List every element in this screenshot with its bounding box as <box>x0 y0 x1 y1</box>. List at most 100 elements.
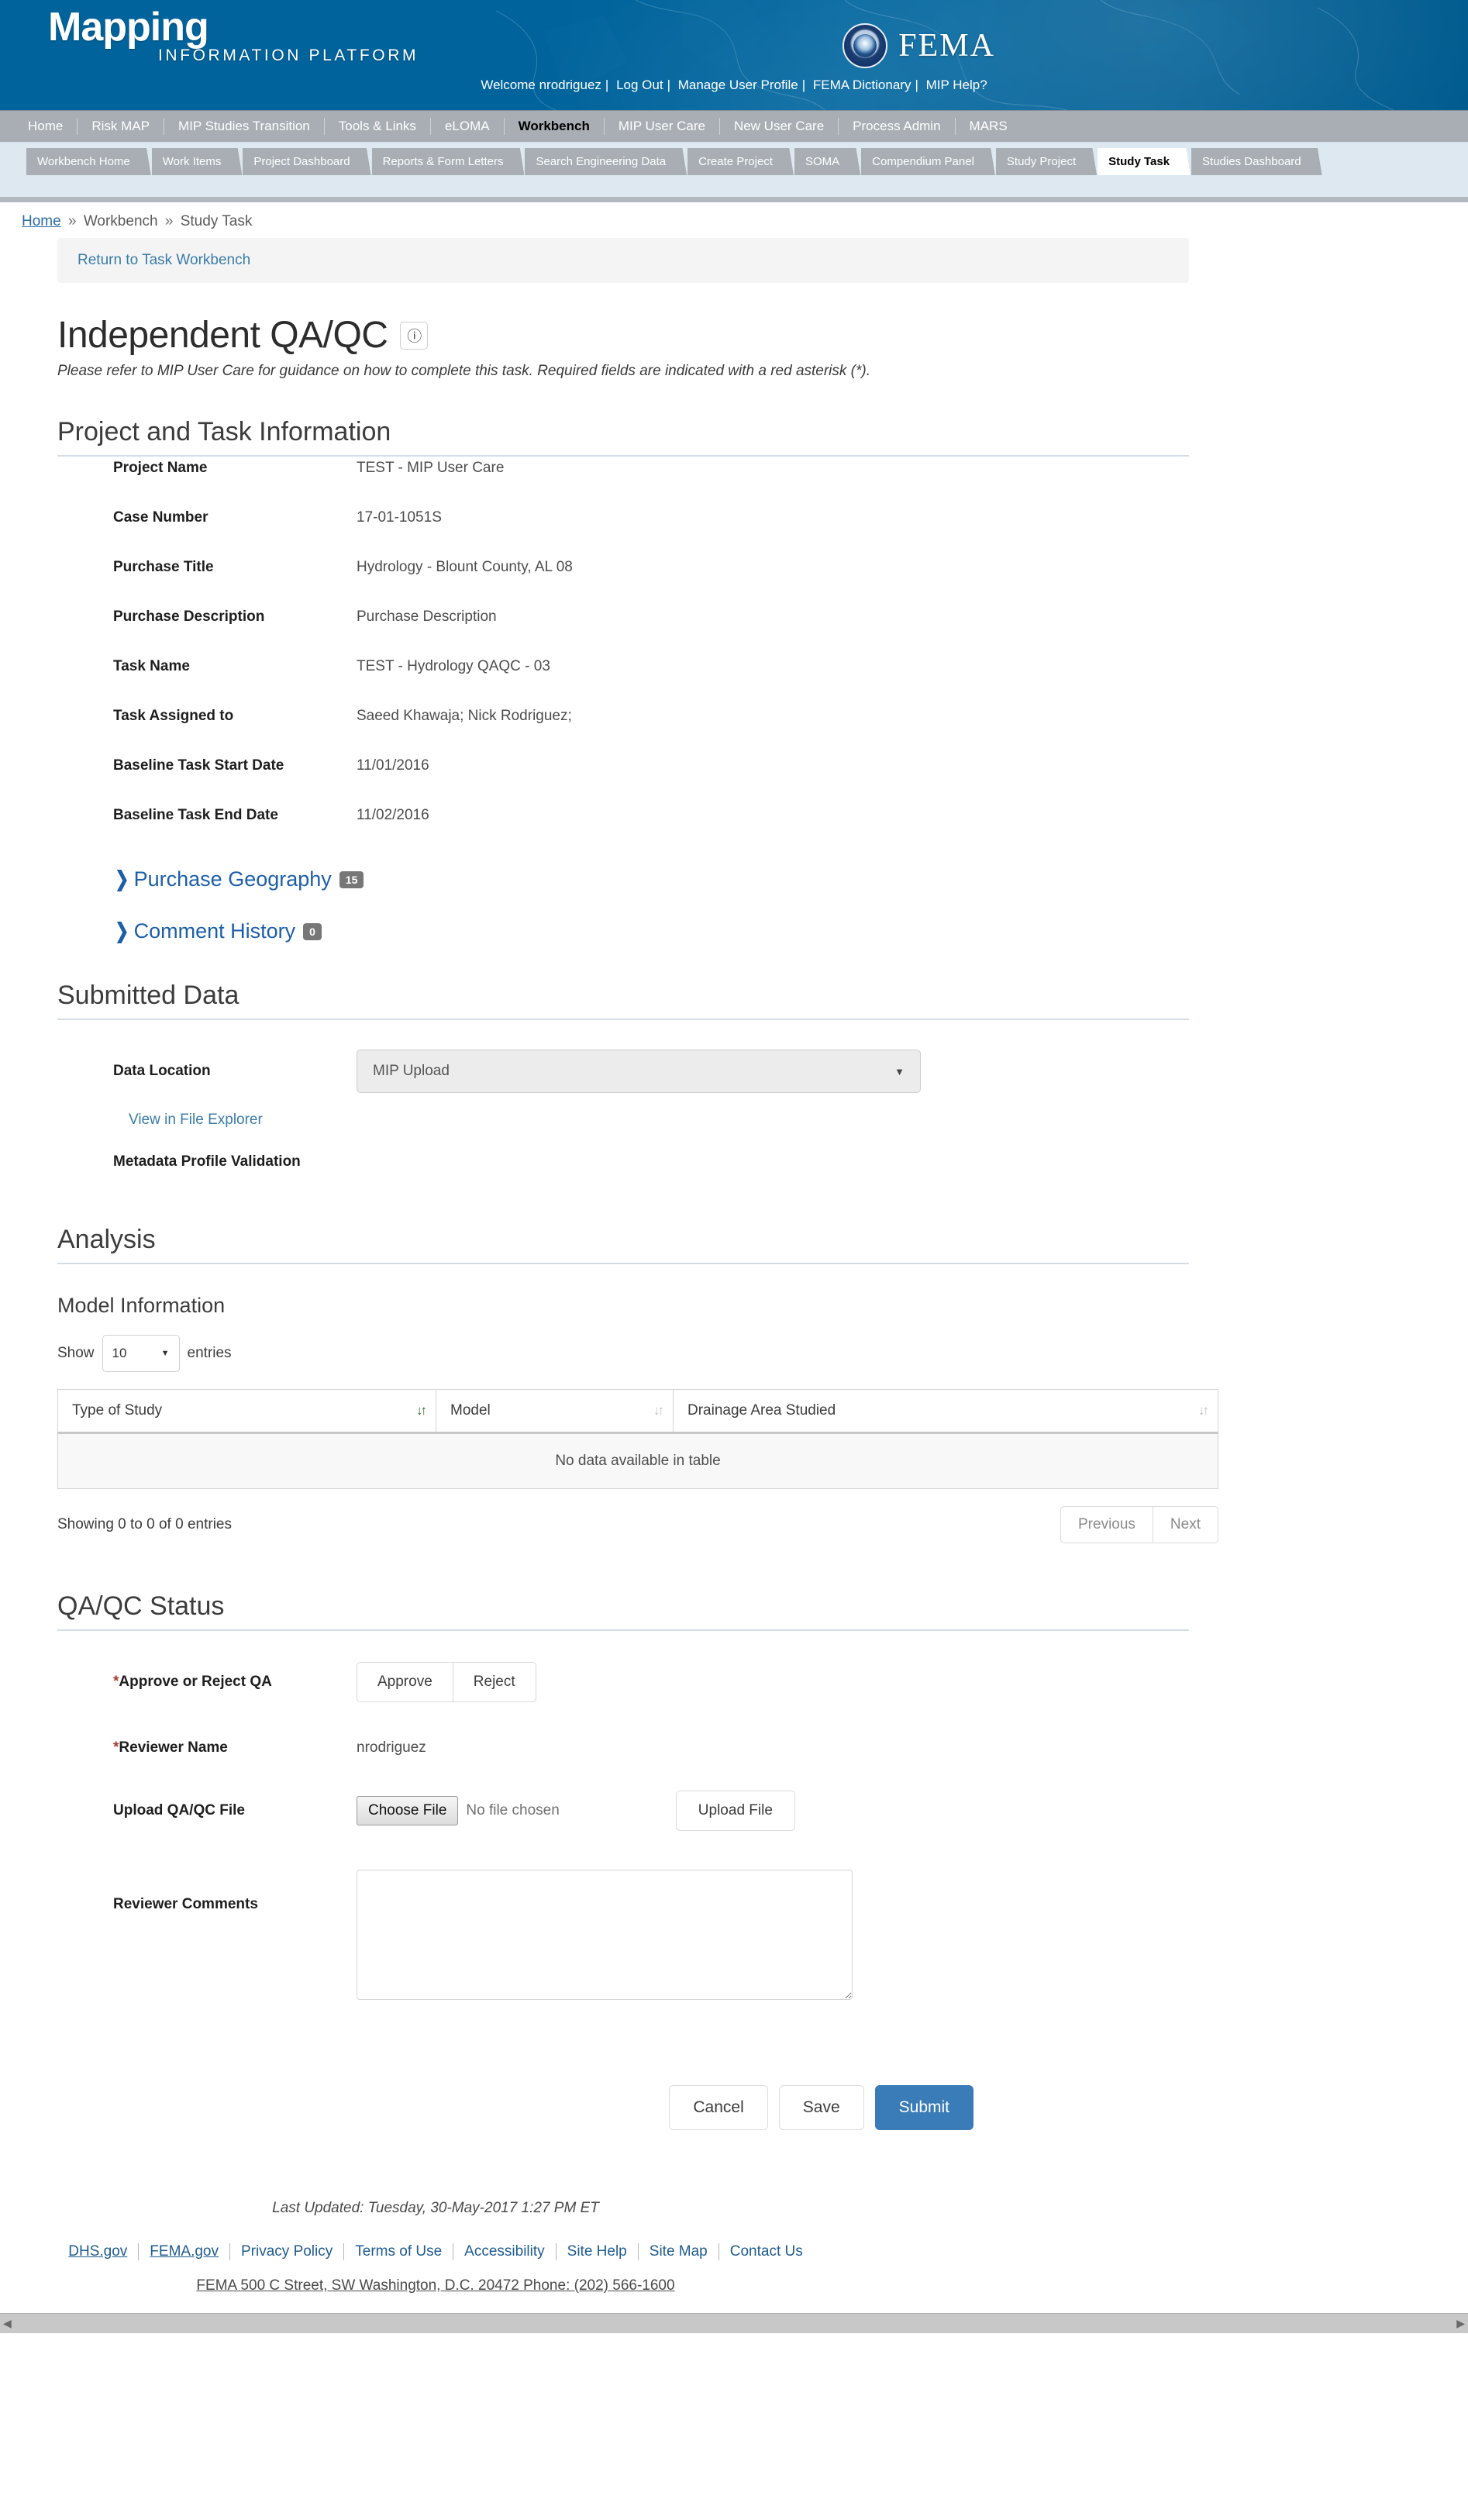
tab-workbench-home[interactable]: Workbench Home <box>26 148 141 175</box>
tab-study-task[interactable]: Study Task <box>1098 148 1181 175</box>
tab-project-dashboard[interactable]: Project Dashboard <box>243 148 361 175</box>
entries-label: entries <box>187 1345 232 1361</box>
field-upload-qaqc-file: Upload QA/QC File Choose File No file ch… <box>57 1791 1189 1831</box>
nav-item-workbench[interactable]: Workbench <box>505 118 605 135</box>
footer-link-site-help[interactable]: Site Help <box>557 2243 639 2260</box>
choose-file-button[interactable]: Choose File <box>357 1796 459 1825</box>
accordion-comment-history[interactable]: ❯ Comment History 0 <box>113 919 1189 943</box>
pagination-previous-button[interactable]: Previous <box>1060 1506 1153 1543</box>
file-upload-row: Choose File No file chosen Upload File <box>357 1791 795 1831</box>
field-label: Project Name <box>113 460 208 476</box>
footer-link-fema-gov[interactable]: FEMA.gov <box>139 2243 230 2260</box>
fema-dictionary-link[interactable]: FEMA Dictionary <box>813 78 911 92</box>
subsection-model-information: Model Information <box>57 1294 226 1317</box>
field-value: 11/02/2016 <box>357 807 429 823</box>
tab-soma[interactable]: SOMA <box>794 148 851 175</box>
tab-create-project[interactable]: Create Project <box>687 148 784 175</box>
accordion-purchase-geography[interactable]: ❯ Purchase Geography 15 <box>113 867 1189 891</box>
mip-help-link[interactable]: MIP Help? <box>926 78 987 92</box>
column-label: Drainage Area Studied <box>687 1402 836 1419</box>
reject-button[interactable]: Reject <box>453 1662 536 1702</box>
nav-item-process-admin[interactable]: Process Admin <box>839 118 956 135</box>
save-button[interactable]: Save <box>778 2085 864 2130</box>
tab-search-engineering-data[interactable]: Search Engineering Data <box>525 148 677 175</box>
nav-item-mars[interactable]: MARS <box>956 118 1022 135</box>
breadcrumb-home-link[interactable]: Home <box>22 213 61 229</box>
reviewer-comments-textarea[interactable] <box>357 1870 853 2000</box>
primary-navigation: Home Risk MAP MIP Studies Transition Too… <box>0 111 1468 143</box>
nav-item-risk-map[interactable]: Risk MAP <box>78 118 164 135</box>
footer-address: FEMA 500 C Street, SW Washington, D.C. 2… <box>0 2277 1468 2294</box>
field-label-text: Reviewer Name <box>119 1739 228 1756</box>
datatable-pagination: Previous Next <box>1060 1506 1218 1543</box>
utility-links: Welcome nrodriguez | Log Out | Manage User… <box>481 78 987 92</box>
column-header-type-of-study[interactable]: Type of Study ↓↑ <box>57 1389 436 1434</box>
field-label: Task Assigned to <box>113 708 234 724</box>
tab-compendium-panel[interactable]: Compendium Panel <box>861 148 985 175</box>
tab-studies-dashboard[interactable]: Studies Dashboard <box>1191 148 1312 175</box>
chevron-right-icon: ❯ <box>115 919 129 943</box>
breadcrumb-study-task: Study Task <box>180 213 253 229</box>
sort-ascending-icon: ↓↑ <box>416 1403 427 1418</box>
column-label: Type of Study <box>72 1402 163 1419</box>
file-chosen-status: No file chosen <box>466 1802 560 1818</box>
sort-icon: ↓↑ <box>653 1403 664 1418</box>
nav-item-new-user-care[interactable]: New User Care <box>720 118 839 135</box>
accordion-label[interactable]: Purchase Geography <box>134 867 332 891</box>
field-value: Saeed Khawaja; Nick Rodriguez; <box>357 708 572 724</box>
approve-button[interactable]: Approve <box>357 1662 453 1702</box>
manage-user-profile-link[interactable]: Manage User Profile <box>678 78 798 92</box>
approve-reject-button-group: Approve Reject <box>357 1662 536 1702</box>
field-value: TEST - MIP User Care <box>357 460 505 476</box>
data-location-select[interactable]: MIP Upload ▼ <box>357 1050 921 1093</box>
page-body: Return to Task Workbench Independent QA/… <box>0 238 1468 2333</box>
scroll-right-arrow-icon[interactable]: ▶ <box>1456 2317 1465 2330</box>
dhs-seal-icon <box>843 23 888 68</box>
page-length-select[interactable]: 10 ▼ <box>102 1335 180 1372</box>
footer-link-terms-of-use[interactable]: Terms of Use <box>344 2243 454 2260</box>
footer-link-privacy-policy[interactable]: Privacy Policy <box>230 2243 345 2260</box>
nav-item-mip-studies-transition[interactable]: MIP Studies Transition <box>164 118 325 135</box>
model-information-table: Type of Study ↓↑ Model ↓↑ Drainage Area … <box>57 1389 1218 1489</box>
tab-study-project[interactable]: Study Project <box>995 148 1087 175</box>
footer-link-dhs-gov[interactable]: DHS.gov <box>57 2243 140 2260</box>
column-label: Model <box>450 1402 491 1419</box>
field-purchase-title: Purchase Title Hydrology - Blount County… <box>57 559 1189 576</box>
return-to-task-workbench-link[interactable]: Return to Task Workbench <box>78 252 250 268</box>
field-label: Reviewer Comments <box>113 1896 258 1912</box>
field-task-name: Task Name TEST - Hydrology QAQC - 03 <box>57 658 1189 675</box>
table-empty-message: No data available in table <box>57 1432 1218 1489</box>
tab-reports-form-letters[interactable]: Reports & Form Letters <box>371 148 515 175</box>
horizontal-scrollbar[interactable]: ◀ ▶ <box>0 2313 1468 2333</box>
footer-link-accessibility[interactable]: Accessibility <box>453 2243 557 2260</box>
nav-item-home[interactable]: Home <box>14 118 78 135</box>
scroll-left-arrow-icon[interactable]: ◀ <box>3 2317 12 2330</box>
file-input[interactable]: Choose File No file chosen <box>357 1796 560 1825</box>
nav-item-eloma[interactable]: eLOMA <box>431 118 505 135</box>
accordion-label[interactable]: Comment History <box>134 919 296 943</box>
footer-link-site-map[interactable]: Site Map <box>639 2243 719 2260</box>
nav-item-tools-links[interactable]: Tools & Links <box>325 118 431 135</box>
log-out-link[interactable]: Log Out <box>616 78 663 92</box>
nav-item-mip-user-care[interactable]: MIP User Care <box>605 118 720 135</box>
secondary-tab-navigation: Workbench Home Work Items Project Dashbo… <box>0 143 1468 202</box>
cancel-button[interactable]: Cancel <box>669 2085 768 2130</box>
help-icon[interactable]: ⓘ <box>400 321 429 350</box>
brand-primary-text: Mapping <box>48 5 209 50</box>
chevron-right-icon: ❯ <box>115 867 129 891</box>
field-baseline-task-end-date: Baseline Task End Date 11/02/2016 <box>57 807 1189 824</box>
pagination-next-button[interactable]: Next <box>1153 1506 1218 1543</box>
breadcrumb-separator: » <box>164 213 174 229</box>
upload-file-button[interactable]: Upload File <box>675 1791 795 1831</box>
submit-button[interactable]: Submit <box>874 2085 973 2130</box>
field-label: Purchase Title <box>113 559 214 575</box>
column-header-drainage-area-studied[interactable]: Drainage Area Studied ↓↑ <box>673 1389 1218 1434</box>
tab-work-items[interactable]: Work Items <box>151 148 233 175</box>
column-header-model[interactable]: Model ↓↑ <box>436 1389 674 1434</box>
footer-link-contact-us[interactable]: Contact Us <box>719 2243 814 2260</box>
page-footer: Last Updated: Tuesday, 30-May-2017 1:27 … <box>0 2200 1468 2313</box>
last-updated-text: Last Updated: Tuesday, 30-May-2017 1:27 … <box>272 2200 599 2216</box>
footer-address-text: FEMA 500 C Street, SW Washington, D.C. 2… <box>196 2277 675 2294</box>
view-in-file-explorer-link[interactable]: View in File Explorer <box>129 1112 263 1128</box>
breadcrumb-separator: » <box>67 213 77 229</box>
